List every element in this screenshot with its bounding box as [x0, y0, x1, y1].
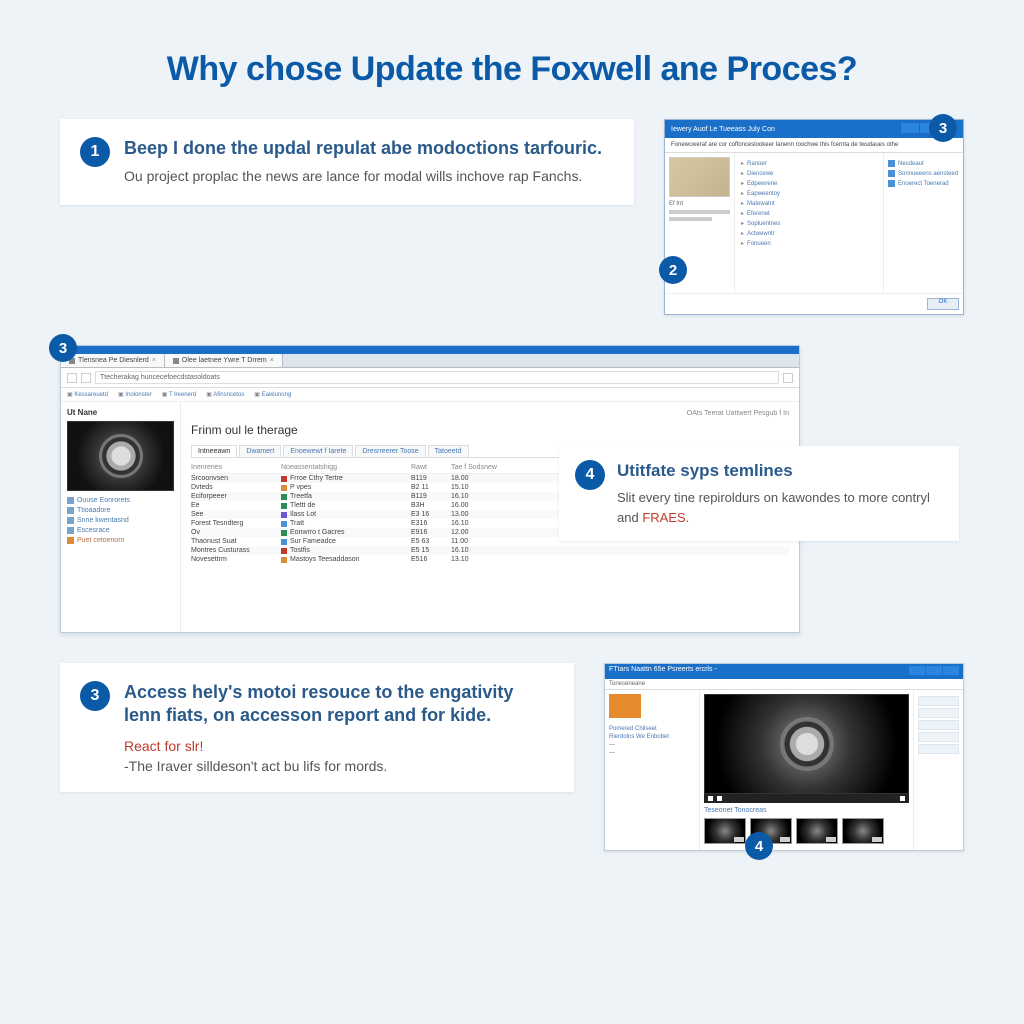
video-window-title: FTtars Naattn 65e Psreerts ercrls -: [609, 666, 717, 677]
video-browser-window: FTtars Naattn 65e Psreerts ercrls - Tone…: [604, 663, 964, 851]
option-item[interactable]: Enoerect Toenerad: [888, 180, 959, 187]
bookmark-item[interactable]: T lreenerd: [162, 391, 196, 398]
address-bar[interactable]: Ttecherakag huncecefoecdstasoldoats: [95, 371, 779, 384]
video-side-link[interactable]: Pomered Chilseet: [609, 726, 695, 732]
tree-item[interactable]: ▸ Diencewe: [741, 170, 877, 177]
option-item[interactable]: Sonnueeens aensteed: [888, 170, 959, 177]
browser-tab[interactable]: Olee laetnee Ywre T Drrem ×: [165, 354, 283, 367]
tree-item[interactable]: ▸ Eapweentoy: [741, 190, 877, 197]
browser-window: 3 Tlensnea Pe Diesnlerd ×Olee laetnee Yw…: [60, 345, 800, 633]
video-badge-4: 4: [745, 832, 773, 860]
video-side-link[interactable]: Rierdolns We Enbobet: [609, 734, 695, 740]
step-1-title: Beep I done the updal repulat abe modoct…: [124, 137, 614, 160]
page-title: Why chose Update the Foxwell ane Proces?: [60, 50, 964, 89]
tree-item[interactable]: ▸ Sopluentnes: [741, 220, 877, 227]
step-3-card: 3 Access hely's motoi resouce to the eng…: [60, 663, 574, 792]
sidebar-link[interactable]: Puet cetoenorn: [67, 537, 174, 544]
volume-icon[interactable]: [717, 796, 722, 801]
mini-left-label: Ef tnt: [669, 201, 730, 207]
video-caption: Teseonet Tonocreas: [704, 807, 909, 814]
browser-sidebar: Ut Nane Ouuse Eonrorets Ttioaadore Snne kw…: [61, 402, 181, 632]
play-icon[interactable]: [708, 796, 713, 801]
tree-item[interactable]: ▸ Edpewrene: [741, 180, 877, 187]
thumb-item[interactable]: [796, 818, 838, 844]
mini-description: Fonewcweraf are cor coffonceslookeer Ian…: [665, 138, 963, 153]
browser-tab[interactable]: Tlensnea Pe Diesnlerd ×: [61, 354, 165, 367]
sidebar-link[interactable]: Ttioaadore: [67, 507, 174, 514]
video-address-bar[interactable]: Toneseneane: [605, 679, 963, 690]
mini-badge-2: 2: [659, 256, 687, 284]
tree-item[interactable]: ▸ Ranoer: [741, 160, 877, 167]
browser-tabstrip[interactable]: Tlensnea Pe Diesnlerd ×Olee laetnee Ywre…: [61, 354, 799, 368]
sidebar-link[interactable]: Snne kwentasnd: [67, 517, 174, 524]
step-3-sub: React for slr!: [124, 738, 554, 754]
table-row[interactable]: NovesettrmMastoys TeesaddasonE51613.10: [191, 555, 789, 564]
table-header: Tae f Sodsnew: [451, 464, 531, 471]
content-tab[interactable]: Dresrreerer Toose: [355, 445, 425, 457]
mini-badge-3: 3: [929, 114, 957, 142]
step-4-text: Slit every tine repiroldurs on kawondes …: [617, 488, 943, 527]
top-right-links[interactable]: OAts Teerat Uattwert Pesgub f In: [687, 410, 789, 417]
bookmark-item[interactable]: Inolonster: [118, 391, 152, 398]
tree-item[interactable]: ▸ Eferenet: [741, 210, 877, 217]
forward-button[interactable]: [81, 373, 91, 383]
step-3-note: -The Iraver silldeson't act bu lifs for …: [124, 758, 554, 774]
reload-button[interactable]: [783, 373, 793, 383]
tree-item[interactable]: ▸ Fonueen: [741, 240, 877, 247]
step-3-title: Access hely's motoi resouce to the engat…: [124, 681, 554, 728]
sidebar-link[interactable]: Escesrace: [67, 527, 174, 534]
content-tab[interactable]: Enoewewt f Iarete: [283, 445, 353, 457]
bookmark-item[interactable]: Afinsncetos: [206, 391, 244, 398]
mini-dialog-window: 3 2 Iewery Auof Le Tueeass July Con Fone…: [664, 119, 964, 315]
video-player[interactable]: [704, 694, 909, 794]
mini-right-panel: Nesdeaut Sonnueeens aensteed Enoerect Toen…: [883, 153, 963, 293]
browser-badge-3: 3: [49, 334, 77, 362]
bookmarks-bar[interactable]: Kessareuetd Inolonster T lreenerd Afinsncet…: [61, 388, 799, 402]
fullscreen-icon[interactable]: [900, 796, 905, 801]
step-4-badge: 4: [575, 460, 605, 490]
mini-tree: ▸ Ranoer ▸ Diencewe ▸ Edpewrene ▸ Eapweento…: [735, 153, 883, 293]
video-side-link[interactable]: —: [609, 742, 695, 748]
video-right-panel: [913, 690, 963, 850]
mini-thumbnail: [669, 157, 730, 197]
step-4-title: Utitfate syps temlines: [617, 460, 943, 482]
sidebar-link[interactable]: Ouuse Eonrorets: [67, 497, 174, 504]
tree-item[interactable]: ▸ Actwewntr: [741, 230, 877, 237]
sidebar-thumb: [609, 694, 641, 718]
content-tab[interactable]: Tatoeetd: [428, 445, 469, 457]
tree-item[interactable]: ▸ Matewatnt: [741, 200, 877, 207]
table-header: Inenrenes: [191, 464, 281, 471]
step-1-card: 1 Beep I done the updal repulat abe modo…: [60, 119, 634, 205]
option-item[interactable]: Nesdeaut: [888, 160, 959, 167]
content-tab[interactable]: Dwamert: [239, 445, 281, 457]
mini-window-title: Iewery Auof Le Tueeass July Con: [671, 126, 775, 133]
table-header: Noeassentatshigg: [281, 464, 411, 471]
thumb-item[interactable]: [704, 818, 746, 844]
step-4-card: 4 Utitfate syps temlines Slit every tine…: [559, 446, 959, 541]
video-side-link[interactable]: —: [609, 750, 695, 756]
content-tab[interactable]: Intneeawn: [191, 445, 237, 457]
step-1-text: Ou project proplac the news are lance fo…: [124, 166, 614, 187]
ok-button[interactable]: OK: [927, 298, 959, 310]
window-controls[interactable]: [908, 666, 959, 677]
video-sidebar: Pomered Chilseet Rierdolns We Enbobet — …: [605, 690, 700, 850]
sidebar-image: [67, 421, 174, 491]
thumb-item[interactable]: [842, 818, 884, 844]
step-3-badge: 3: [80, 681, 110, 711]
bookmark-item[interactable]: Kessareuetd: [67, 391, 108, 398]
sidebar-title: Ut Nane: [67, 408, 174, 417]
content-title: Frinm oul le therage: [191, 423, 789, 437]
video-controls[interactable]: [704, 793, 909, 803]
table-header: Rawt: [411, 464, 451, 471]
table-row[interactable]: Montres CusturassTostfisE5 1516.10: [191, 546, 789, 555]
step-1-badge: 1: [80, 137, 110, 167]
bookmark-item[interactable]: Eawlunong: [254, 391, 291, 398]
back-button[interactable]: [67, 373, 77, 383]
related-thumbnails[interactable]: [704, 818, 909, 844]
